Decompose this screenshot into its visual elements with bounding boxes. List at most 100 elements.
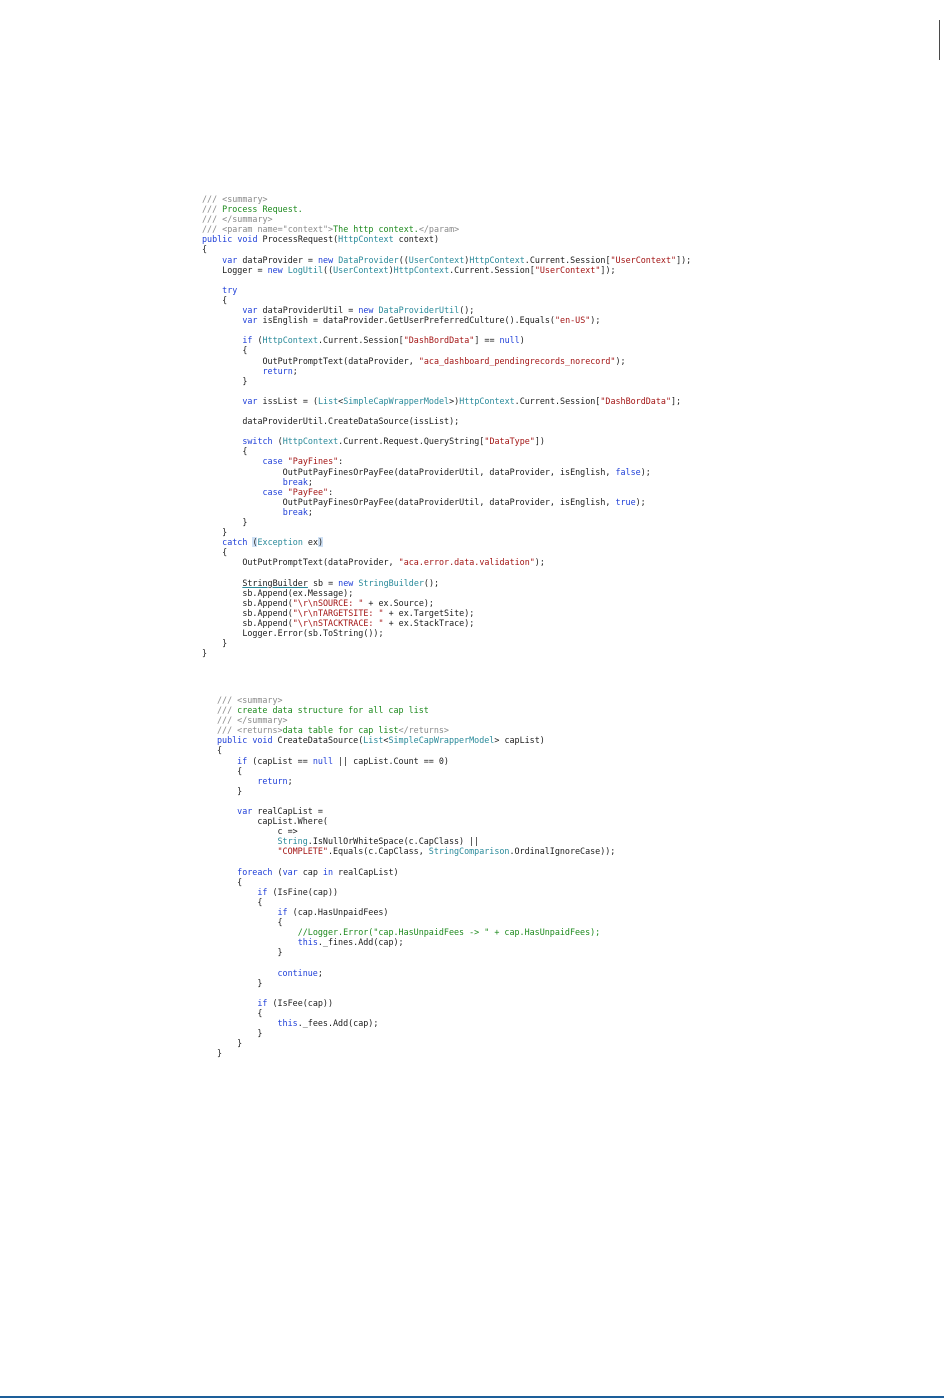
code-line: Logger.Error(sb.ToString()); bbox=[202, 628, 691, 638]
code-token: if bbox=[242, 335, 253, 346]
code-line: public void ProcessRequest(HttpContext c… bbox=[202, 234, 691, 244]
code-line: } bbox=[217, 1038, 615, 1048]
code-line: } bbox=[217, 786, 615, 796]
code-block-process-request: /// <summary>/// Process Request./// </s… bbox=[202, 194, 691, 658]
code-line: sb.Append("\r\nSOURCE: " + ex.Source); bbox=[202, 598, 691, 608]
code-token: return bbox=[257, 775, 288, 786]
code-token: "PayFines" bbox=[287, 456, 339, 467]
code-token: } bbox=[217, 1048, 223, 1059]
code-token: ); bbox=[640, 466, 651, 477]
code-token: .OrdinalIgnoreCase)); bbox=[509, 846, 616, 857]
code-token: new bbox=[318, 254, 334, 265]
code-line: sb.Append("\r\nSTACKTRACE: " + ex.StackT… bbox=[202, 618, 691, 628]
code-token: : bbox=[338, 456, 344, 467]
code-token: ); bbox=[615, 355, 626, 366]
code-token: dataProviderUtil = bbox=[257, 305, 359, 316]
code-token: "DashBordData" bbox=[403, 335, 475, 346]
code-token: ) bbox=[318, 537, 324, 548]
code-token: ); bbox=[590, 315, 601, 326]
code-line: var issList = (List<SimpleCapWrapperMode… bbox=[202, 396, 691, 406]
code-line: continue; bbox=[217, 968, 615, 978]
code-token: "\r\nTARGETSITE: " bbox=[292, 607, 384, 618]
code-line: return; bbox=[202, 366, 691, 376]
code-token: try bbox=[222, 284, 238, 295]
code-token: data table for cap list bbox=[282, 725, 399, 736]
code-token: : bbox=[328, 486, 334, 497]
code-token: case bbox=[262, 456, 283, 467]
code-token: in bbox=[322, 866, 334, 877]
code-token: SimpleCapWrapperModel bbox=[388, 735, 495, 746]
code-token: } bbox=[202, 517, 248, 527]
code-token: Exception bbox=[257, 537, 303, 548]
code-line: foreach (var cap in realCapList) bbox=[217, 867, 615, 877]
bottom-rule bbox=[0, 1396, 944, 1398]
code-token: ]); bbox=[676, 254, 692, 265]
code-token: { bbox=[202, 244, 208, 255]
code-line: OutPutPayFinesOrPayFee(dataProviderUtil,… bbox=[202, 467, 691, 477]
code-token: new bbox=[267, 264, 283, 275]
code-token: "\r\nSTACKTRACE: " bbox=[292, 617, 384, 628]
code-token: DataProviderUtil bbox=[378, 305, 460, 316]
code-token: ( bbox=[272, 436, 283, 447]
code-line: public void CreateDataSource(List<Simple… bbox=[217, 735, 615, 745]
code-token: (( bbox=[323, 264, 334, 275]
code-token: ); bbox=[635, 496, 646, 507]
code-token: create data structure for all cap list bbox=[237, 705, 429, 716]
code-line: var isEnglish = dataProvider.GetUserPref… bbox=[202, 315, 691, 325]
code-token: List bbox=[363, 735, 384, 746]
code-token: } bbox=[202, 527, 228, 538]
code-token: OutPutPromptText(dataProvider, bbox=[202, 355, 419, 366]
code-token: ; bbox=[287, 775, 293, 786]
code-token: sb.Append(ex.Message); bbox=[202, 587, 354, 598]
code-token: } bbox=[217, 947, 283, 958]
code-line: { bbox=[202, 244, 691, 254]
code-line: sb.Append(ex.Message); bbox=[202, 588, 691, 598]
code-token: } bbox=[202, 375, 248, 386]
code-token: true bbox=[615, 496, 636, 507]
code-token: null bbox=[312, 755, 333, 766]
code-token: null bbox=[499, 335, 520, 346]
code-token: } bbox=[202, 638, 228, 649]
code-token: var bbox=[242, 395, 258, 406]
code-token: context) bbox=[393, 234, 440, 245]
code-token: .Current.Session[ bbox=[318, 335, 404, 346]
code-token: ; bbox=[307, 506, 313, 517]
code-line: /// Process Request. bbox=[202, 204, 691, 214]
code-token: } bbox=[202, 648, 208, 659]
code-token: Process Request. bbox=[222, 204, 303, 215]
code-token: break bbox=[282, 506, 308, 517]
code-token: ._fees.Add(cap); bbox=[297, 1018, 379, 1028]
code-token: { bbox=[217, 896, 263, 907]
code-line: } bbox=[202, 517, 691, 527]
code-line: /// create data structure for all cap li… bbox=[217, 705, 615, 715]
code-token: case bbox=[262, 486, 283, 497]
code-token: var bbox=[237, 806, 253, 817]
code-token: ( bbox=[252, 335, 263, 346]
code-token: UserContext bbox=[333, 264, 389, 275]
code-token: UserContext bbox=[408, 254, 465, 265]
code-token: ); bbox=[534, 557, 545, 568]
code-line: //Logger.Error("cap.HasUnpaidFees -> " +… bbox=[217, 927, 615, 937]
code-line: switch (HttpContext.Current.Request.Quer… bbox=[202, 436, 691, 446]
code-line: OutPutPromptText(dataProvider, "aca_dash… bbox=[202, 356, 691, 366]
code-token: /// </summary> bbox=[217, 715, 288, 726]
code-token: HttpContext bbox=[338, 234, 394, 245]
code-line: dataProviderUtil.CreateDataSource(issLis… bbox=[202, 416, 691, 426]
code-token: ] == bbox=[474, 335, 500, 346]
code-line: Logger = new LogUtil((UserContext)HttpCo… bbox=[202, 265, 691, 275]
